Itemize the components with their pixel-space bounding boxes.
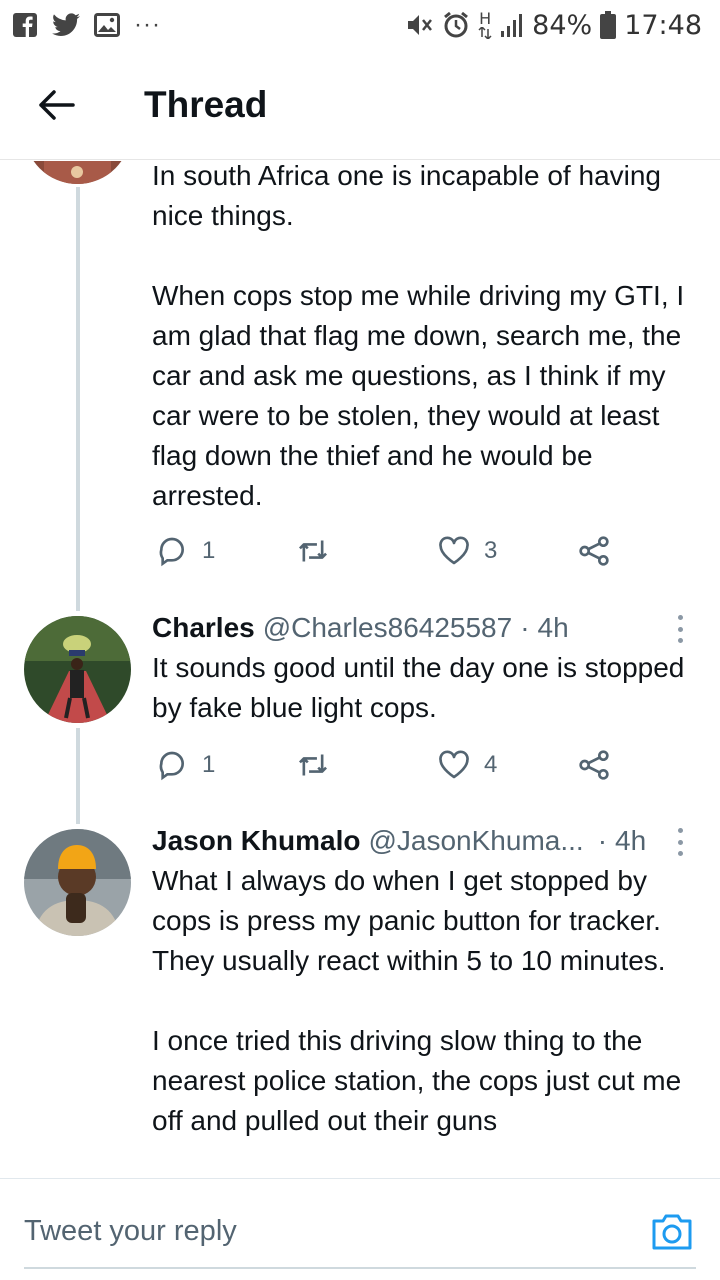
dot-icon bbox=[677, 626, 683, 632]
tweet-actions: 1 3 bbox=[152, 531, 622, 571]
tweet-time: 4h bbox=[537, 612, 569, 643]
author-name[interactable]: Jason Khumalo bbox=[152, 821, 360, 861]
hplus-icon: H bbox=[478, 11, 492, 39]
share-button[interactable] bbox=[578, 531, 610, 571]
back-button[interactable] bbox=[26, 75, 86, 135]
reply-button[interactable]: 1 bbox=[156, 745, 215, 785]
status-bar: ··· H 84% 17:48 bbox=[0, 0, 720, 50]
retweet-icon bbox=[298, 754, 328, 776]
tweet-header: Charles @Charles86425587 · 4h bbox=[152, 608, 702, 648]
tweet-time: 4h bbox=[615, 825, 647, 856]
thread-line bbox=[76, 728, 80, 824]
tweet-paragraph: What I always do when I get stopped by c… bbox=[152, 865, 666, 976]
gallery-icon bbox=[94, 13, 120, 37]
status-bar-notifications: ··· bbox=[12, 11, 161, 39]
arrow-left-icon bbox=[39, 89, 75, 120]
twitter-icon bbox=[52, 13, 80, 37]
retweet-icon bbox=[298, 540, 328, 562]
more-notifications-icon: ··· bbox=[134, 11, 161, 38]
dot-icon bbox=[677, 615, 683, 620]
dot-icon bbox=[677, 638, 683, 643]
camera-icon bbox=[652, 1214, 692, 1250]
like-button[interactable]: 4 bbox=[438, 745, 497, 785]
heart-icon bbox=[439, 750, 469, 779]
retweet-button[interactable] bbox=[296, 531, 330, 571]
thread-feed[interactable]: In south Africa one is incapable of havi… bbox=[0, 161, 720, 1178]
heart-icon bbox=[439, 536, 469, 565]
avatar[interactable] bbox=[24, 829, 131, 936]
share-icon bbox=[579, 536, 609, 566]
retweet-button[interactable] bbox=[296, 745, 330, 785]
dot-icon bbox=[677, 851, 683, 856]
tweet-text: It sounds good until the day one is stop… bbox=[152, 648, 702, 728]
alarm-icon bbox=[442, 11, 470, 39]
reply-icon bbox=[159, 537, 184, 567]
page-title: Thread bbox=[144, 83, 268, 125]
dot-icon bbox=[677, 839, 683, 845]
status-bar-system: H 84% 17:48 bbox=[406, 10, 702, 41]
tweet-text: What I always do when I get stopped by c… bbox=[152, 861, 702, 1141]
reply-icon bbox=[159, 751, 184, 781]
like-count: 4 bbox=[484, 751, 498, 778]
dot-icon bbox=[677, 828, 683, 833]
camera-button[interactable] bbox=[650, 1209, 694, 1253]
tweet-paragraph: It sounds good until the day one is stop… bbox=[152, 652, 685, 723]
reply-bar bbox=[0, 1178, 720, 1280]
facebook-icon bbox=[12, 12, 38, 38]
avatar[interactable] bbox=[24, 161, 131, 184]
battery-percent: 84% bbox=[532, 9, 593, 41]
reply-underline bbox=[24, 1267, 696, 1269]
tweet-paragraph: I once tried this driving slow thing to … bbox=[152, 1025, 682, 1136]
author-name[interactable]: Charles bbox=[152, 608, 255, 648]
reply-count: 1 bbox=[202, 751, 216, 778]
avatar[interactable] bbox=[24, 616, 131, 723]
reply-button[interactable]: 1 bbox=[156, 531, 215, 571]
tweet-text: In south Africa one is incapable of havi… bbox=[152, 161, 702, 516]
separator: · bbox=[520, 612, 530, 643]
more-options-button[interactable] bbox=[670, 824, 690, 860]
app-header: Thread bbox=[0, 50, 720, 160]
tweet-paragraph: When cops stop me while driving my GTI, … bbox=[152, 280, 685, 511]
separator: · bbox=[597, 825, 608, 856]
author-handle[interactable]: @JasonKhuma... bbox=[368, 821, 583, 861]
signal-icon bbox=[500, 12, 524, 38]
share-button[interactable] bbox=[578, 745, 610, 785]
author-handle[interactable]: @Charles86425587 bbox=[263, 608, 512, 648]
tweet-actions: 1 4 bbox=[152, 745, 622, 785]
more-options-button[interactable] bbox=[670, 611, 690, 647]
battery-icon bbox=[600, 11, 617, 39]
share-icon bbox=[579, 750, 609, 780]
mute-icon bbox=[406, 12, 434, 38]
reply-count: 1 bbox=[202, 537, 216, 564]
clock: 17:48 bbox=[624, 9, 702, 41]
reply-input[interactable] bbox=[24, 1209, 624, 1253]
like-button[interactable]: 3 bbox=[438, 531, 497, 571]
like-count: 3 bbox=[484, 537, 498, 564]
tweet-paragraph: In south Africa one is incapable of havi… bbox=[152, 161, 662, 231]
tweet-header: Jason Khumalo @JasonKhuma... · 4h bbox=[152, 821, 702, 861]
thread-line bbox=[76, 187, 80, 611]
